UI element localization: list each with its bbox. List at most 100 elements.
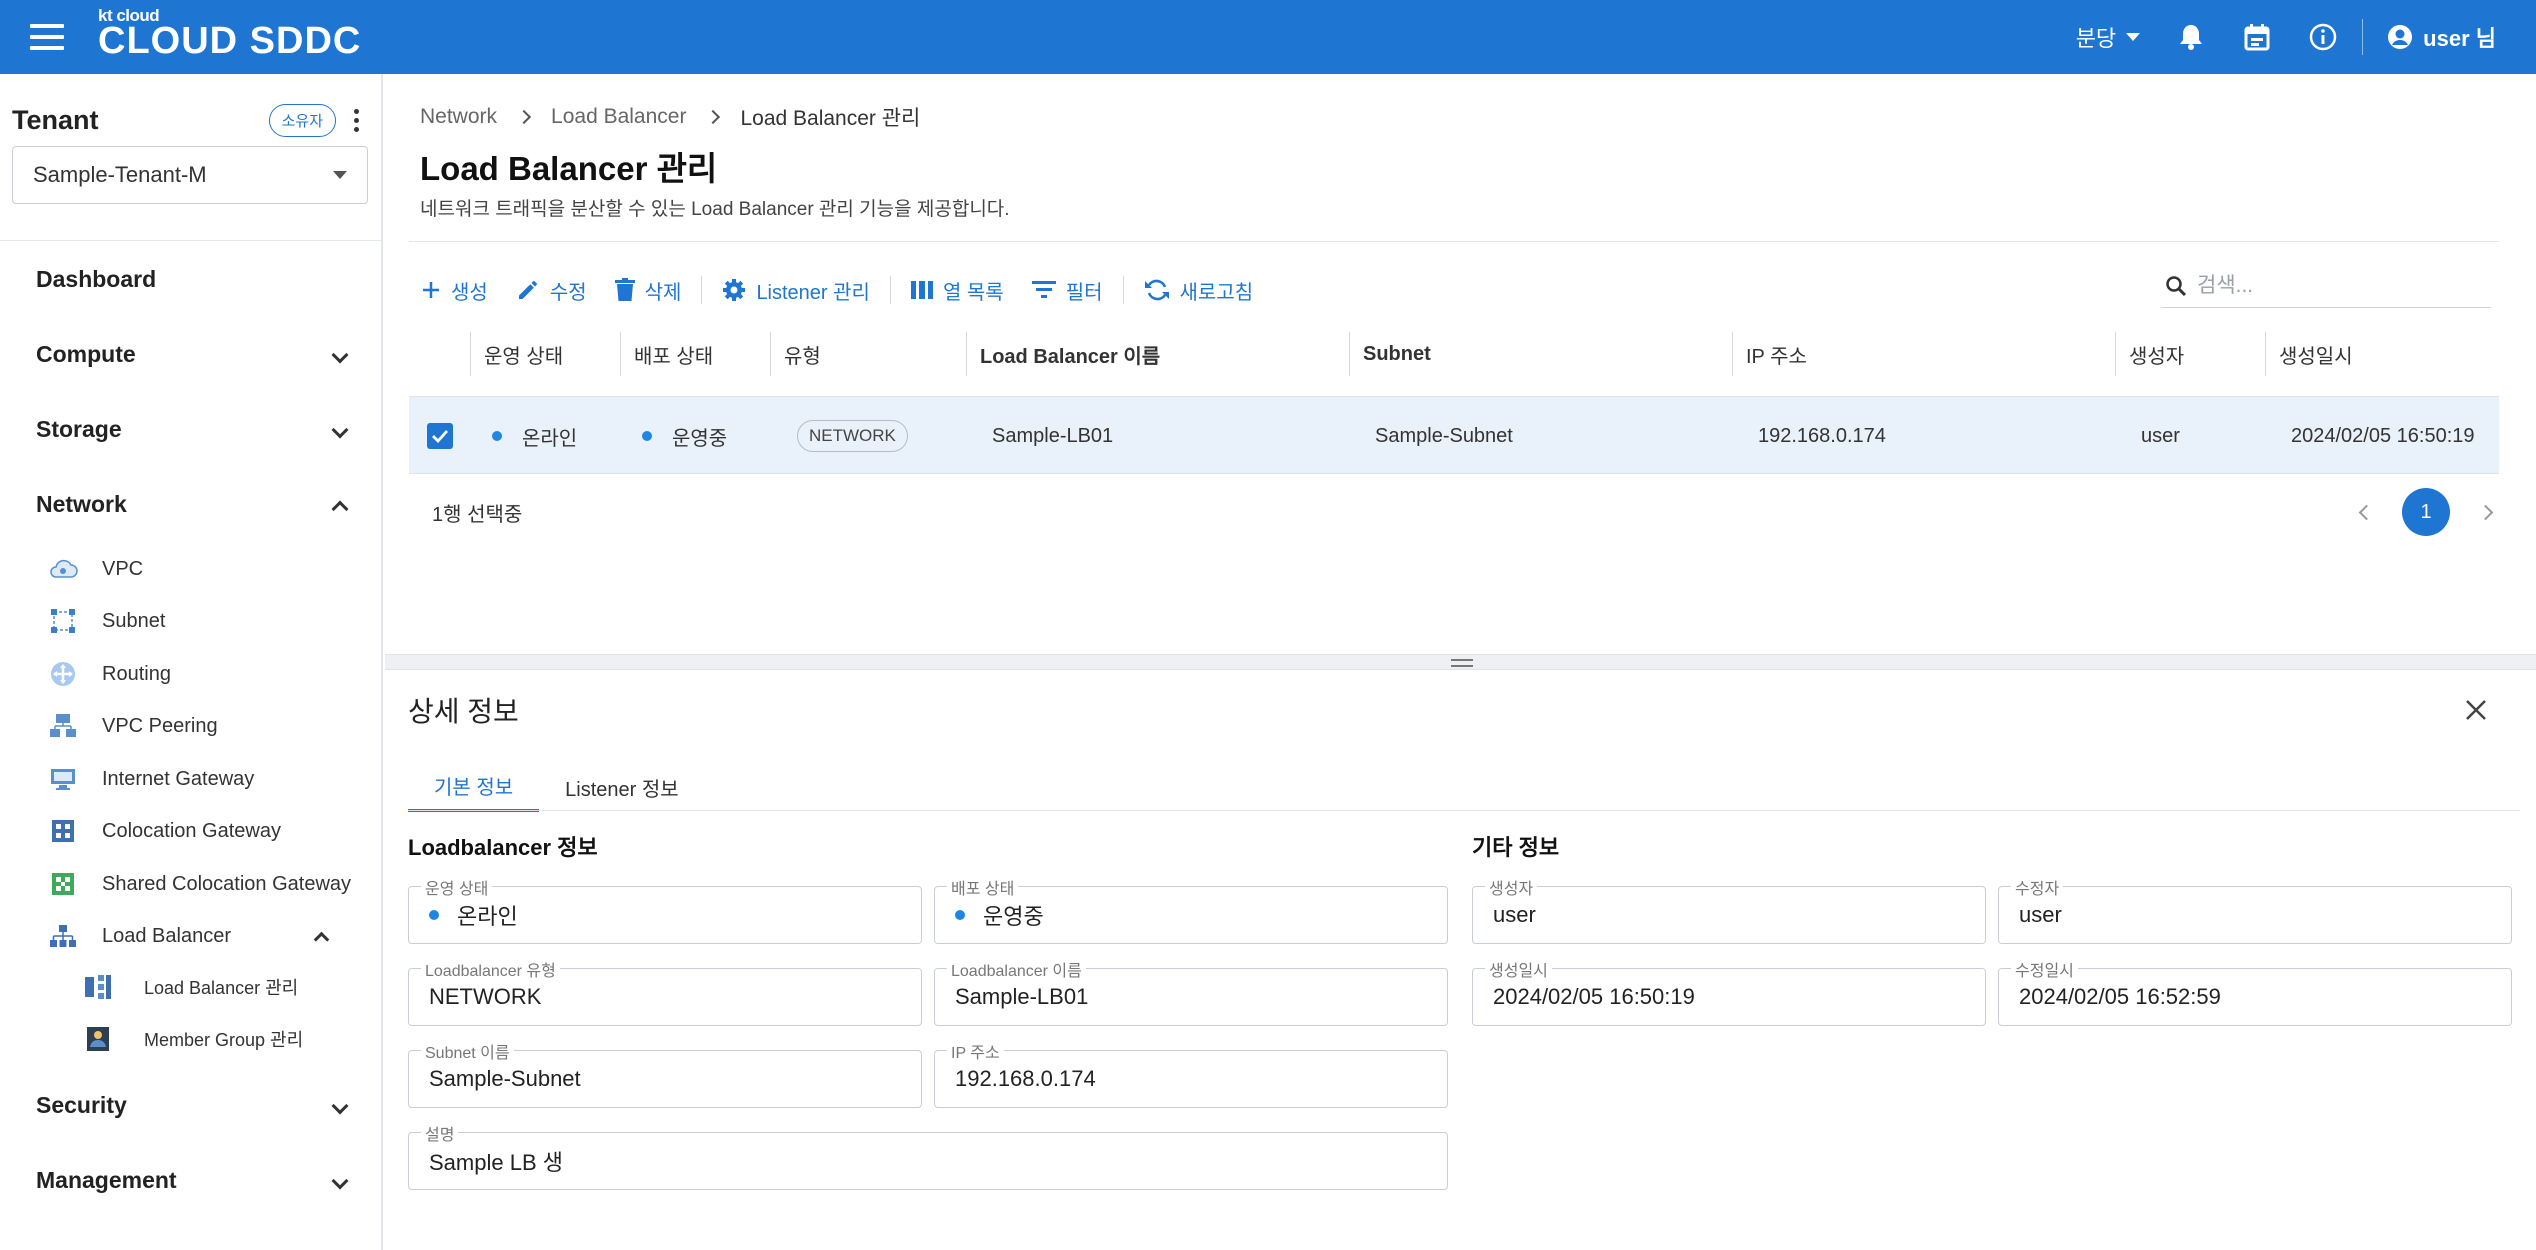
column-header-label: 배포 상태 bbox=[634, 345, 714, 368]
column-header[interactable]: 생성자 bbox=[2115, 332, 2184, 376]
member-group-icon bbox=[84, 1025, 112, 1053]
sidebar-item-load-balancer[interactable]: Load Balancer bbox=[48, 921, 330, 951]
lb-type-field: Loadbalancer 유형 NETWORK bbox=[408, 957, 922, 1026]
routing-icon bbox=[48, 659, 78, 689]
tenant-select[interactable]: Sample-Tenant-M bbox=[12, 146, 368, 204]
cloud-icon bbox=[48, 554, 78, 584]
sidebar-item-label: Internet Gateway bbox=[102, 767, 255, 790]
sidebar-item-member-group[interactable]: Member Group 관리 bbox=[84, 1025, 303, 1053]
gear-icon bbox=[723, 279, 746, 301]
user-menu[interactable]: user 님 bbox=[2387, 21, 2496, 53]
sidebar-item-vpc-peering[interactable]: VPC Peering bbox=[48, 711, 218, 741]
sidebar-item-label: Routing bbox=[102, 662, 171, 685]
cell-ip: 192.168.0.174 bbox=[1758, 424, 1886, 447]
chevron-down-icon bbox=[333, 171, 347, 179]
nav-network[interactable]: Network bbox=[36, 491, 349, 518]
sidebar-item-vpc[interactable]: VPC bbox=[48, 554, 143, 584]
more-vert-icon[interactable] bbox=[354, 109, 362, 132]
column-header-label: Subnet bbox=[1363, 342, 1431, 365]
description-field: 설명 Sample LB 생 bbox=[408, 1121, 1448, 1190]
breadcrumb-item[interactable]: Load Balancer bbox=[551, 105, 686, 129]
field-value: Sample-Subnet bbox=[429, 1065, 581, 1091]
subnet-icon bbox=[48, 606, 78, 636]
selection-count: 1행 선택중 bbox=[432, 504, 523, 526]
divider bbox=[0, 240, 381, 241]
created-at-field: 생성일시 2024/02/05 16:50:19 bbox=[1472, 957, 1986, 1026]
columns-button[interactable]: 열 목록 bbox=[910, 276, 1004, 305]
chevron-down-icon bbox=[2126, 33, 2141, 41]
cell-created-at: 2024/02/05 16:50:19 bbox=[2291, 424, 2475, 447]
sidebar-item-label: Load Balancer 관리 bbox=[144, 978, 299, 998]
logo[interactable]: kt cloud CLOUD SDDC bbox=[98, 6, 361, 60]
menu-icon[interactable] bbox=[30, 24, 64, 50]
nav-compute[interactable]: Compute bbox=[36, 341, 349, 368]
sidebar-item-label: VPC bbox=[102, 557, 144, 580]
chevron-right-icon[interactable] bbox=[2477, 504, 2494, 520]
chevron-down-icon bbox=[331, 421, 349, 438]
region-dropdown[interactable]: 분당 bbox=[2075, 21, 2141, 53]
pencil-icon bbox=[518, 281, 537, 299]
column-header[interactable]: IP 주소 bbox=[1732, 332, 1807, 376]
nav-dashboard[interactable]: Dashboard bbox=[36, 266, 346, 293]
divider bbox=[408, 810, 2520, 811]
table-row[interactable]: 온라인 운영중 NETWORK Sample-LB01 Sample-Subne… bbox=[409, 396, 2499, 474]
sidebar-item-colocation-gateway[interactable]: Colocation Gateway bbox=[48, 816, 281, 846]
column-header[interactable]: Load Balancer 이름 bbox=[966, 332, 1160, 376]
sidebar-item-routing[interactable]: Routing bbox=[48, 659, 171, 689]
status-dot bbox=[955, 909, 965, 920]
edit-button[interactable]: 수정 bbox=[516, 276, 587, 305]
cell-deploy-status: 운영중 bbox=[672, 427, 728, 450]
nav-management[interactable]: Management bbox=[36, 1167, 349, 1194]
filter-button[interactable]: 필터 bbox=[1031, 276, 1103, 305]
sidebar: Tenant 소유자 Sample-Tenant-M Dashboard Com… bbox=[0, 74, 383, 1250]
info-icon[interactable] bbox=[2308, 22, 2338, 52]
columns-icon bbox=[910, 281, 933, 299]
trash-icon bbox=[614, 278, 635, 301]
column-header[interactable]: 배포 상태 bbox=[620, 332, 713, 376]
page-button[interactable]: 1 bbox=[2402, 488, 2450, 536]
field-value: Sample-LB01 bbox=[955, 983, 1089, 1009]
refresh-button[interactable]: 새로고침 bbox=[1144, 276, 1253, 305]
deploy-status-field: 배포 상태 운영중 bbox=[934, 875, 1448, 944]
tab-basic-info[interactable]: 기본 정보 bbox=[408, 762, 540, 812]
column-header-label: Load Balancer 이름 bbox=[980, 345, 1161, 368]
field-value: 192.168.0.174 bbox=[955, 1065, 1096, 1091]
row-checkbox[interactable] bbox=[427, 423, 453, 449]
breadcrumb-item[interactable]: Network bbox=[420, 105, 497, 129]
column-header[interactable]: 생성일시 bbox=[2265, 332, 2353, 376]
column-header[interactable]: 유형 bbox=[770, 332, 821, 376]
calendar-icon[interactable] bbox=[2242, 22, 2272, 52]
column-header[interactable]: 운영 상태 bbox=[470, 332, 563, 376]
region-label: 분당 bbox=[2075, 26, 2117, 51]
chevron-left-icon[interactable] bbox=[2358, 504, 2375, 520]
bell-icon[interactable] bbox=[2176, 22, 2206, 52]
top-bar: kt cloud CLOUD SDDC 분당 user 님 bbox=[0, 0, 2536, 74]
detail-title: 상세 정보 bbox=[408, 696, 519, 727]
delete-button[interactable]: 삭제 bbox=[614, 276, 681, 305]
sidebar-item-subnet[interactable]: Subnet bbox=[48, 606, 165, 636]
button-label: 열 목록 bbox=[942, 281, 1004, 304]
create-button[interactable]: 생성 bbox=[421, 276, 488, 305]
owner-badge: 소유자 bbox=[268, 104, 336, 137]
sidebar-item-internet-gateway[interactable]: Internet Gateway bbox=[48, 764, 254, 794]
nav-storage[interactable]: Storage bbox=[36, 416, 349, 443]
ip-field: IP 주소 192.168.0.174 bbox=[934, 1039, 1448, 1108]
section-title: Loadbalancer 정보 bbox=[408, 835, 598, 860]
close-icon[interactable] bbox=[2464, 698, 2488, 722]
listener-manage-button[interactable]: Listener 관리 bbox=[722, 276, 870, 305]
sidebar-item-label: Subnet bbox=[102, 609, 166, 632]
sidebar-item-lb-manage[interactable]: Load Balancer 관리 bbox=[84, 973, 298, 1001]
chevron-up-icon bbox=[331, 500, 349, 517]
nav-security[interactable]: Security bbox=[36, 1092, 349, 1119]
field-value: 2024/02/05 16:52:59 bbox=[2019, 983, 2221, 1009]
search-input[interactable] bbox=[2197, 273, 2457, 298]
resize-handle[interactable] bbox=[385, 654, 2536, 670]
tab-listener-info[interactable]: Listener 정보 bbox=[539, 762, 705, 812]
column-header-label: 운영 상태 bbox=[484, 345, 564, 368]
sidebar-item-shared-colocation-gateway[interactable]: Shared Colocation Gateway bbox=[48, 869, 351, 899]
divider bbox=[701, 276, 703, 304]
chevron-down-icon bbox=[331, 346, 349, 363]
nav-label: Management bbox=[36, 1167, 177, 1193]
chevron-up-icon bbox=[313, 931, 330, 947]
column-header[interactable]: Subnet bbox=[1349, 332, 1431, 376]
